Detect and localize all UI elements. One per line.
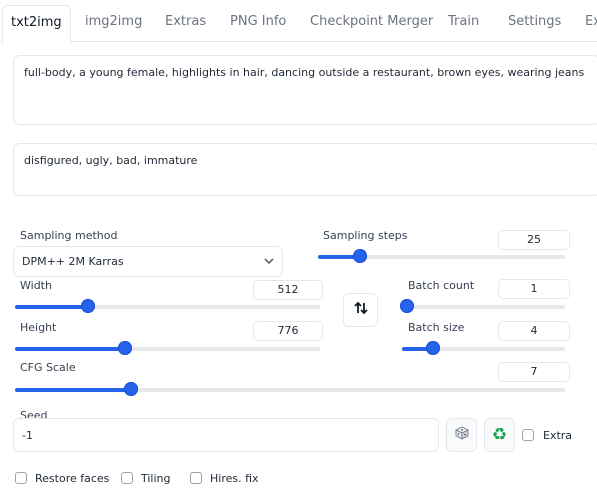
slider-thumb[interactable] bbox=[117, 341, 132, 355]
sampling-steps-number[interactable]: 25 bbox=[498, 230, 570, 250]
recycle-icon: ♻ bbox=[491, 424, 508, 445]
slider-thumb[interactable] bbox=[425, 341, 440, 355]
prompt-input[interactable]: full-body, a young female, highlights in… bbox=[13, 55, 597, 125]
height-label: Height bbox=[20, 321, 57, 334]
slider-thumb[interactable] bbox=[352, 249, 367, 263]
tiling-checkbox[interactable] bbox=[121, 472, 133, 484]
extra-label: Extra bbox=[543, 429, 573, 442]
cfg-scale-label: CFG Scale bbox=[20, 361, 76, 374]
tiling-label: Tiling bbox=[141, 472, 171, 485]
batch-size-label: Batch size bbox=[408, 321, 465, 334]
tab-train[interactable]: Train bbox=[448, 8, 479, 36]
height-number[interactable]: 776 bbox=[253, 321, 323, 341]
tab-checkpoint-merger[interactable]: Checkpoint Merger bbox=[310, 8, 433, 36]
hires-fix-label: Hires. fix bbox=[210, 472, 259, 485]
tab-bar: txt2img img2img Extras PNG Info Checkpoi… bbox=[0, 0, 597, 44]
slider-thumb[interactable] bbox=[123, 382, 138, 396]
batch-size-slider[interactable] bbox=[402, 341, 565, 357]
random-seed-button[interactable] bbox=[446, 418, 477, 452]
cfg-scale-slider[interactable] bbox=[15, 382, 565, 398]
extra-checkbox[interactable] bbox=[522, 429, 534, 441]
tab-png-info[interactable]: PNG Info bbox=[230, 8, 286, 36]
swap-arrows-icon bbox=[353, 300, 369, 320]
negative-prompt-input[interactable]: disfigured, ugly, bad, immature bbox=[13, 143, 597, 196]
sampling-method-select[interactable]: DPM++ 2M Karras bbox=[13, 246, 283, 277]
sampling-steps-label: Sampling steps bbox=[323, 229, 408, 242]
width-label: Width bbox=[20, 279, 52, 292]
batch-count-label: Batch count bbox=[408, 279, 475, 292]
tab-txt2img[interactable]: txt2img bbox=[2, 5, 71, 44]
tab-settings[interactable]: Settings bbox=[508, 8, 561, 36]
tab-extras[interactable]: Extras bbox=[165, 8, 206, 36]
batch-count-number[interactable]: 1 bbox=[498, 279, 570, 299]
batch-count-slider[interactable] bbox=[399, 299, 565, 315]
sampling-steps-slider[interactable] bbox=[318, 249, 565, 265]
cfg-scale-number[interactable]: 7 bbox=[498, 362, 570, 382]
hires-fix-checkbox[interactable] bbox=[190, 472, 202, 484]
width-slider[interactable] bbox=[15, 299, 320, 315]
tab-extensions[interactable]: Ex bbox=[585, 8, 597, 36]
width-number[interactable]: 512 bbox=[253, 280, 323, 300]
restore-faces-checkbox[interactable] bbox=[15, 472, 27, 484]
seed-input[interactable]: -1 bbox=[13, 418, 439, 452]
reuse-seed-button[interactable]: ♻ bbox=[484, 418, 515, 452]
tab-img2img[interactable]: img2img bbox=[85, 8, 142, 36]
sampling-method-value: DPM++ 2M Karras bbox=[22, 255, 124, 268]
height-slider[interactable] bbox=[15, 341, 320, 357]
slider-thumb[interactable] bbox=[81, 299, 96, 313]
slider-thumb[interactable] bbox=[399, 299, 414, 313]
sampling-method-label: Sampling method bbox=[20, 229, 118, 242]
dice-icon bbox=[454, 425, 470, 445]
restore-faces-label: Restore faces bbox=[35, 472, 110, 485]
batch-size-number[interactable]: 4 bbox=[498, 321, 570, 341]
swap-dimensions-button[interactable] bbox=[343, 293, 378, 327]
